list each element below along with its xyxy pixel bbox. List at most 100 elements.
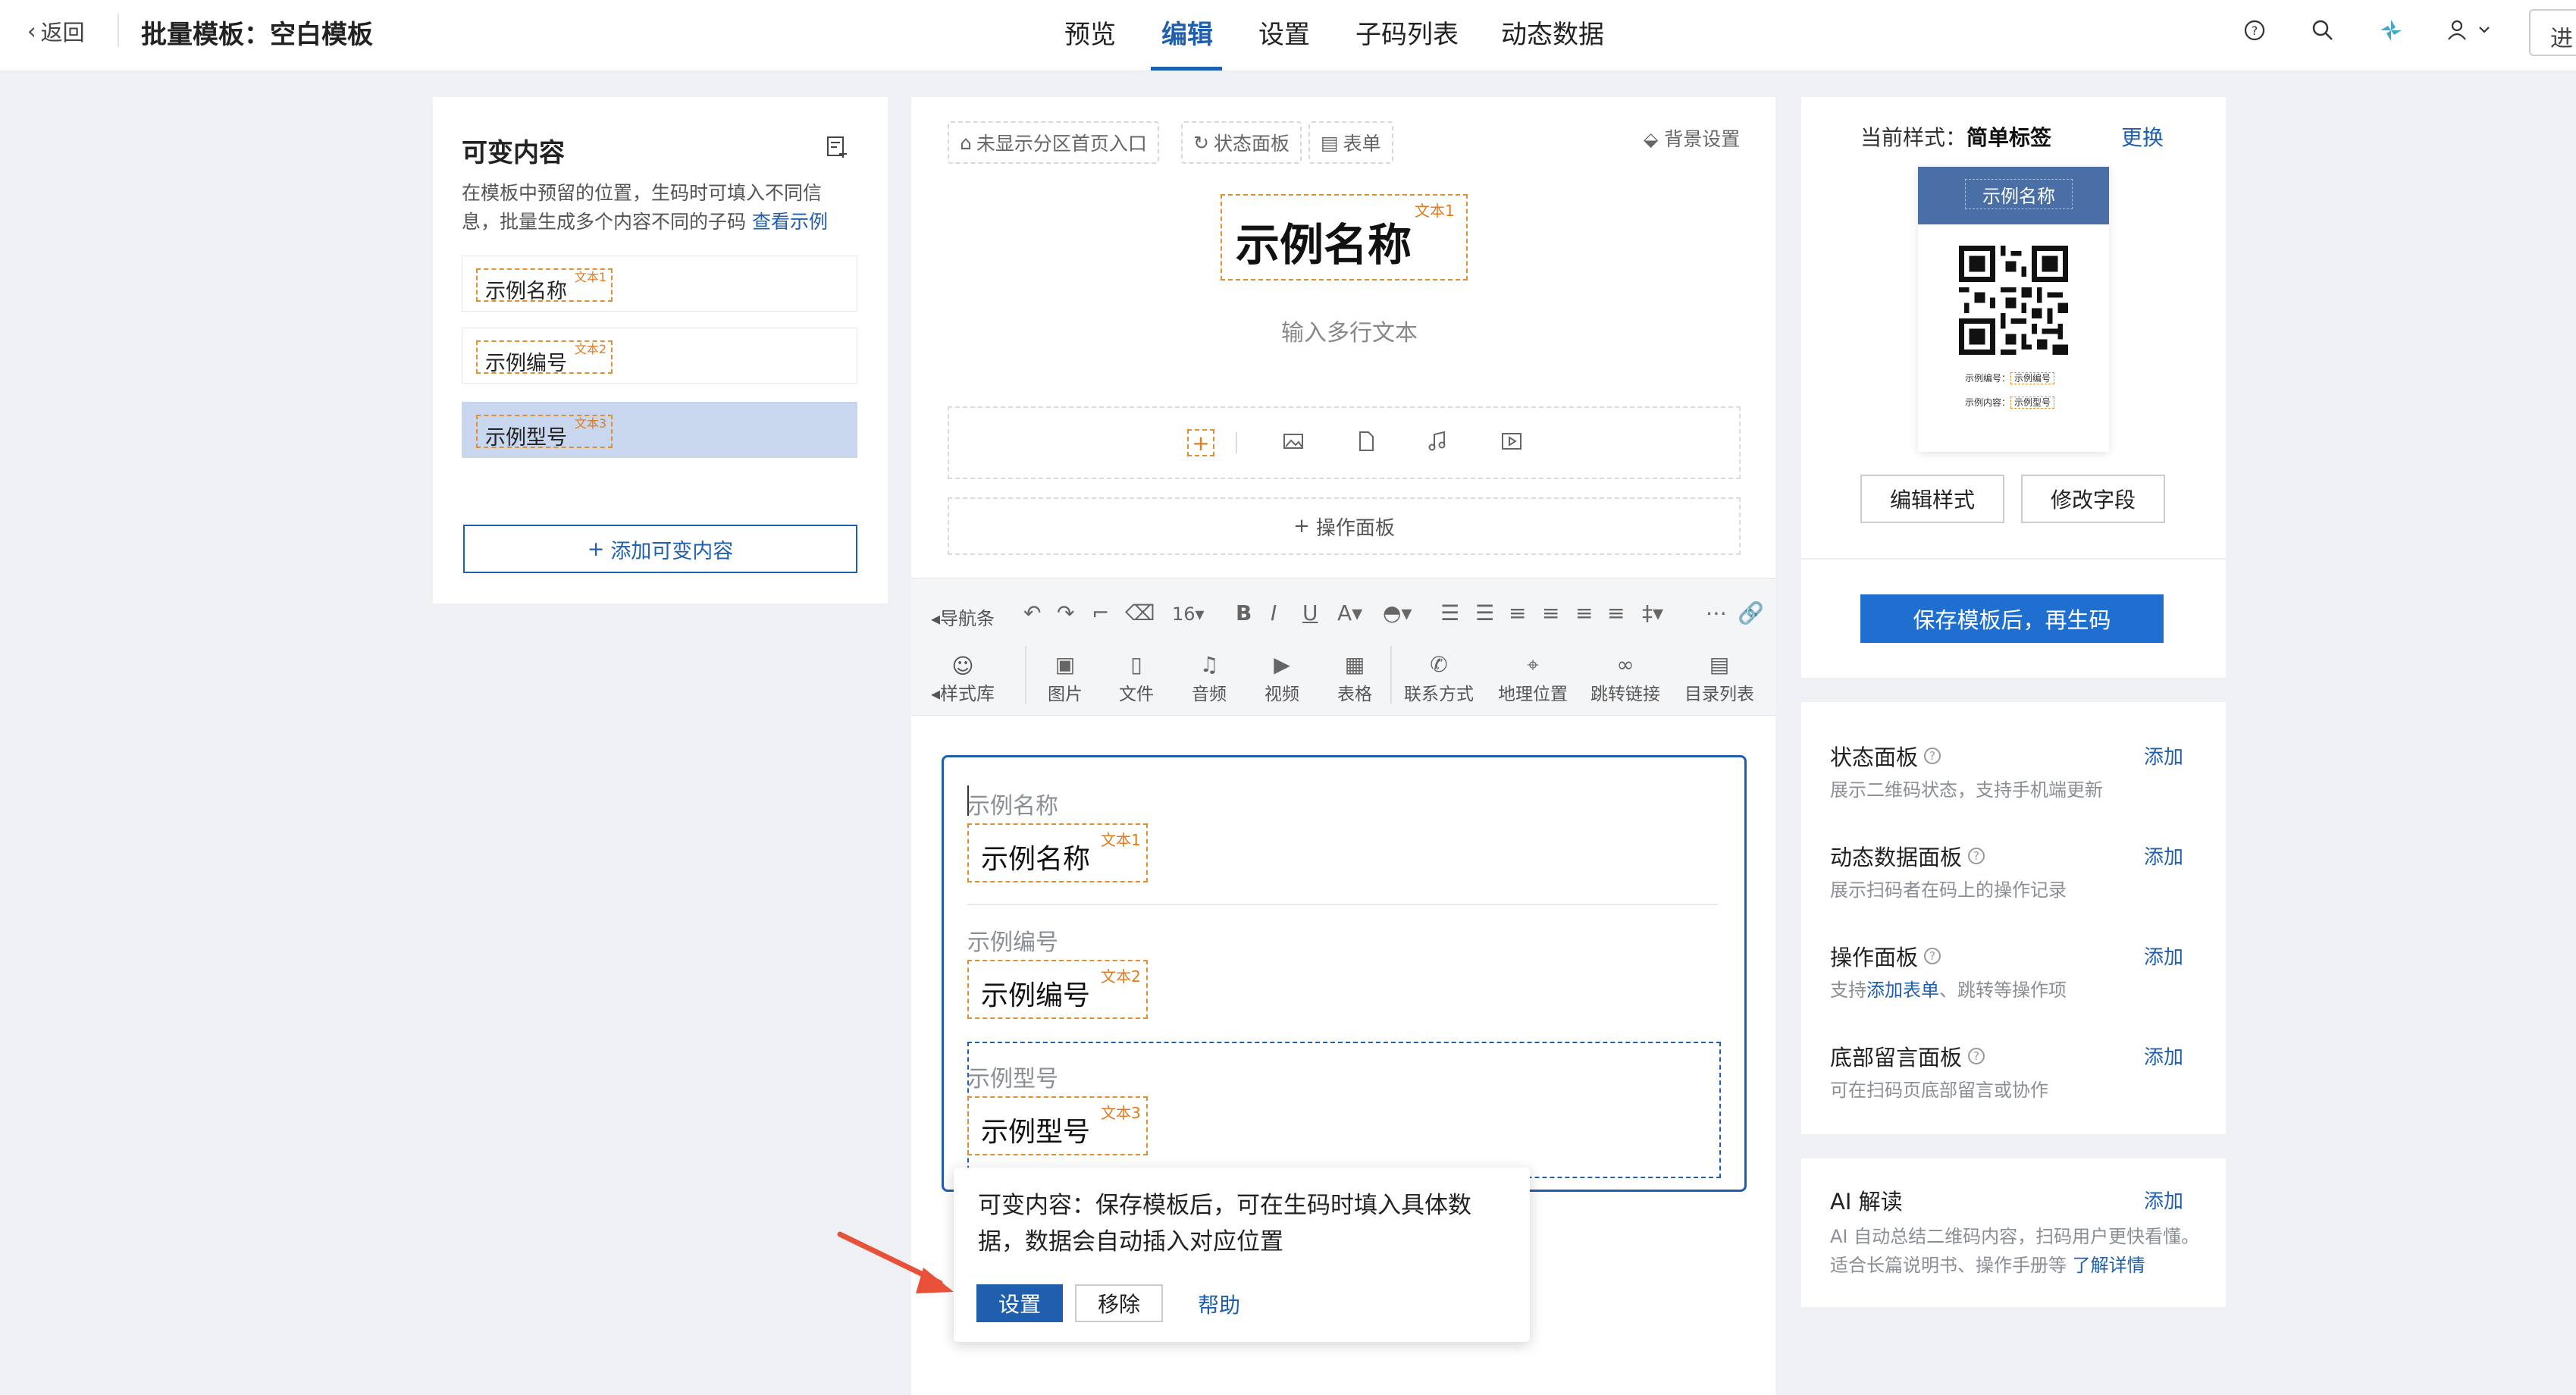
- enter-button[interactable]: 进: [2529, 9, 2576, 56]
- multiline-text-placeholder[interactable]: 输入多行文本: [1281, 314, 1418, 347]
- more-icon[interactable]: ⋯: [1706, 600, 1727, 625]
- help-link[interactable]: 帮助: [1198, 1289, 1240, 1319]
- insert-image-button[interactable]: ▣ 图片: [1031, 652, 1099, 705]
- insert-link-button[interactable]: ∞ 跳转链接: [1587, 652, 1663, 705]
- variable-field-2[interactable]: 示例编号 文本2: [967, 960, 1148, 1019]
- svg-text:?: ?: [2252, 24, 2258, 38]
- bold-icon[interactable]: B: [1236, 600, 1252, 625]
- ordered-list-icon[interactable]: ☰: [1440, 600, 1459, 625]
- eraser-icon[interactable]: ⌫: [1125, 600, 1155, 625]
- search-icon[interactable]: [2308, 15, 2338, 45]
- add-status-panel-link[interactable]: 添加: [2144, 741, 2183, 770]
- pill-label: 表单: [1343, 133, 1381, 155]
- link-icon[interactable]: 🔗: [1738, 600, 1764, 625]
- user-menu-icon[interactable]: [2441, 15, 2502, 45]
- line-height-icon[interactable]: ‡▾: [1642, 600, 1663, 625]
- back-label: 返回: [40, 20, 85, 45]
- title-variable-tag: 文本1: [1415, 202, 1455, 220]
- help-icon[interactable]: ?: [2239, 15, 2270, 45]
- insert-video-button[interactable]: ▶ 视频: [1248, 652, 1316, 705]
- change-style-link[interactable]: 更换: [2121, 121, 2164, 152]
- status-panel-pill[interactable]: ↻ 状态面板: [1181, 121, 1302, 164]
- module-description: 支持添加表单、跳转等操作项: [1830, 975, 2067, 1002]
- form-pill[interactable]: ▤ 表单: [1308, 121, 1393, 164]
- learn-more-link[interactable]: 了解详情: [2073, 1255, 2145, 1276]
- nav-bar-toggle[interactable]: ◂导航条: [931, 603, 995, 630]
- remove-button[interactable]: 移除: [1075, 1284, 1163, 1322]
- image-icon[interactable]: [1281, 429, 1305, 456]
- italic-icon[interactable]: I: [1271, 600, 1277, 625]
- insert-toc-button[interactable]: ▤ 目录列表: [1681, 652, 1757, 705]
- video-icon[interactable]: [1500, 429, 1524, 456]
- align-center-icon[interactable]: ≡: [1542, 600, 1559, 625]
- home-entry-pill[interactable]: ⌂ 未显示分区首页入口: [948, 121, 1159, 164]
- back-button[interactable]: ‹ 返回: [27, 15, 85, 47]
- add-operation-panel-link[interactable]: 添加: [2144, 942, 2183, 970]
- question-icon[interactable]: ?: [1924, 748, 1941, 764]
- underline-icon[interactable]: U: [1302, 600, 1318, 625]
- align-right-icon[interactable]: ≡: [1575, 600, 1593, 625]
- edit-style-button[interactable]: 编辑样式: [1860, 475, 2004, 523]
- insert-location-label: 地理位置: [1498, 685, 1568, 704]
- variable-field-3[interactable]: 示例型号 文本3: [967, 1096, 1148, 1155]
- tab-dynamic-data[interactable]: 动态数据: [1501, 14, 1604, 51]
- file-icon[interactable]: [1354, 429, 1378, 456]
- add-block-icon[interactable]: +: [1187, 429, 1214, 456]
- plus-icon: +: [587, 537, 605, 561]
- tab-edit[interactable]: 编辑: [1161, 14, 1213, 51]
- question-icon[interactable]: ?: [1968, 848, 1985, 864]
- file-icon: ▯: [1130, 652, 1142, 677]
- insert-location-button[interactable]: ⌖ 地理位置: [1495, 652, 1571, 705]
- line-value: 示例型号: [2010, 397, 2055, 409]
- highlight-icon[interactable]: ◓▾: [1383, 600, 1412, 625]
- format-painter-icon[interactable]: ⌐: [1092, 600, 1109, 625]
- font-size-select[interactable]: 16▾: [1172, 603, 1205, 625]
- add-comment-panel-link[interactable]: 添加: [2144, 1042, 2183, 1070]
- bullet-list-icon[interactable]: ☰: [1475, 600, 1494, 625]
- current-style-value: 简单标签: [1966, 125, 2052, 150]
- font-color-icon[interactable]: A▾: [1337, 600, 1362, 625]
- paint-icon: ⬙: [1644, 128, 1659, 150]
- add-list-icon[interactable]: [825, 135, 852, 162]
- module-description: 展示扫码者在码上的操作记录: [1830, 879, 2067, 901]
- app-logo-icon[interactable]: [2376, 15, 2406, 45]
- align-left-icon[interactable]: ≡: [1509, 600, 1526, 625]
- field-tag: 文本1: [1101, 831, 1141, 849]
- field-separator: [967, 904, 1718, 905]
- background-settings-button[interactable]: ⬙ 背景设置: [1644, 124, 1740, 152]
- variable-field-1[interactable]: 示例名称 文本1: [967, 823, 1148, 882]
- insert-audio-button[interactable]: ♫ 音频: [1175, 652, 1243, 705]
- add-dynamic-data-panel-link[interactable]: 添加: [2144, 842, 2183, 870]
- style-library-button[interactable]: ☺ ◂样式库: [931, 654, 995, 705]
- add-ai-link[interactable]: 添加: [2144, 1186, 2183, 1214]
- insert-table-button[interactable]: ▦ 表格: [1321, 652, 1389, 705]
- module-title: 动态数据面板: [1830, 845, 1963, 870]
- audio-icon[interactable]: [1425, 429, 1449, 456]
- undo-icon[interactable]: ↶: [1023, 600, 1041, 625]
- insert-file-button[interactable]: ▯ 文件: [1102, 652, 1170, 705]
- save-template-button[interactable]: 保存模板后，再生码: [1860, 594, 2164, 643]
- tab-sub-codes[interactable]: 子码列表: [1355, 14, 1459, 51]
- question-icon[interactable]: ?: [1968, 1048, 1985, 1064]
- operation-panel-placeholder[interactable]: + 操作面板: [948, 497, 1741, 555]
- set-button[interactable]: 设置: [976, 1284, 1063, 1322]
- variable-item-3[interactable]: 示例型号 文本3: [462, 402, 857, 458]
- tab-settings[interactable]: 设置: [1258, 14, 1310, 51]
- tab-preview[interactable]: 预览: [1064, 14, 1116, 51]
- insert-contact-button[interactable]: ✆ 联系方式: [1401, 652, 1477, 705]
- modify-fields-button[interactable]: 修改字段: [2021, 475, 2165, 523]
- variable-tag: 文本1: [574, 270, 606, 284]
- redo-icon[interactable]: ↷: [1057, 600, 1074, 625]
- justify-icon[interactable]: ≡: [1607, 600, 1625, 625]
- question-icon[interactable]: ?: [1924, 948, 1941, 964]
- insert-contact-label: 联系方式: [1404, 685, 1474, 704]
- view-example-link[interactable]: 查看示例: [752, 211, 828, 233]
- add-form-link[interactable]: 添加表单: [1866, 980, 1939, 1001]
- variable-item-1[interactable]: 示例名称 文本1: [462, 255, 857, 312]
- chevron-left-icon: ‹: [27, 18, 36, 44]
- variable-label: 示例编号: [485, 352, 567, 375]
- field-label: 示例型号: [967, 1066, 1058, 1092]
- add-variable-button[interactable]: + 添加可变内容: [463, 525, 857, 573]
- variable-item-2[interactable]: 示例编号 文本2: [462, 328, 857, 384]
- variable-tag: 文本3: [574, 416, 606, 431]
